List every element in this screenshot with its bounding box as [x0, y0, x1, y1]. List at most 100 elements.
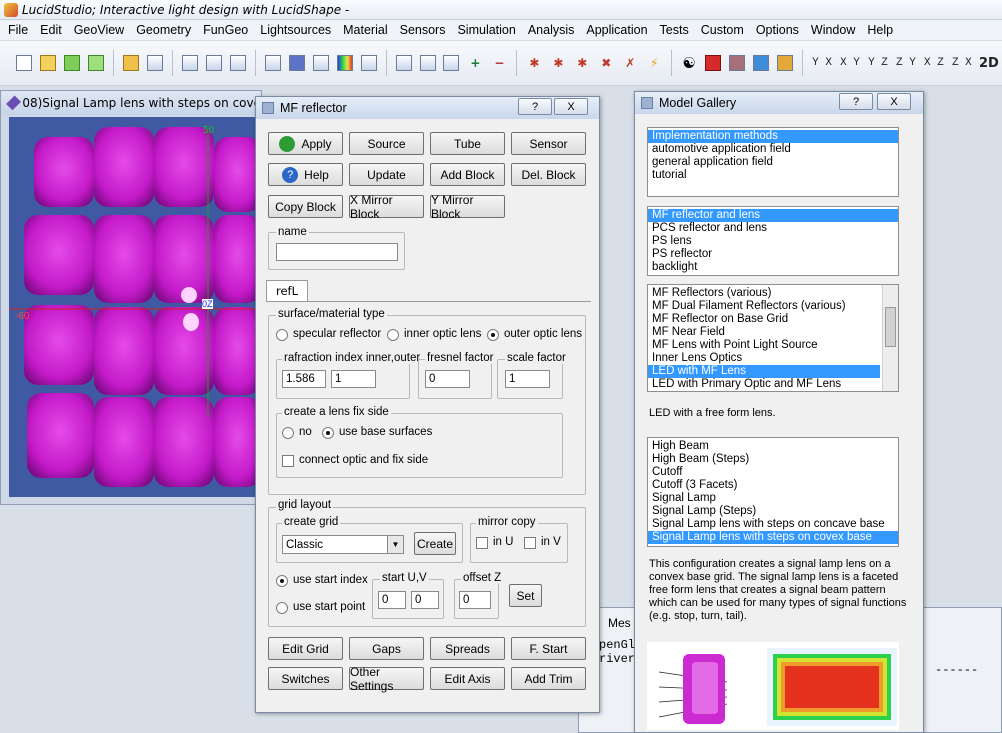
gallery-close-button[interactable]: X: [877, 93, 911, 110]
view-plot-icon[interactable]: [310, 52, 332, 74]
scrollbar-thumb[interactable]: [885, 307, 896, 347]
f-start-button[interactable]: F. Start: [511, 637, 586, 660]
scale-input[interactable]: 1: [505, 370, 550, 388]
multi-cube-icon[interactable]: [774, 52, 796, 74]
create-grid-select[interactable]: Classic ▼: [282, 535, 404, 554]
add-block-button[interactable]: Add Block: [430, 163, 505, 186]
edit-axis-button[interactable]: Edit Axis: [430, 667, 505, 690]
list-item[interactable]: PS lens: [648, 235, 898, 248]
model-list[interactable]: High Beam High Beam (Steps) Cutoff Cutof…: [647, 437, 899, 547]
specular-reflector-radio[interactable]: [276, 329, 288, 341]
new-file-icon[interactable]: [13, 52, 35, 74]
zoom-window-icon[interactable]: [417, 52, 439, 74]
offset-z-input[interactable]: 0: [459, 591, 491, 609]
refraction-inner-input[interactable]: 1.586: [282, 370, 326, 388]
shading-yin-yang-icon[interactable]: ☯: [678, 52, 700, 74]
tile-horizontal-icon[interactable]: [227, 52, 249, 74]
zoom-out-icon[interactable]: −: [488, 52, 510, 74]
tile-vertical-icon[interactable]: [203, 52, 225, 74]
menu-geoview[interactable]: GeoView: [68, 23, 131, 37]
fix-side-no-radio[interactable]: [282, 427, 294, 439]
subcategory-list[interactable]: MF reflector and lens PCS reflector and …: [647, 206, 899, 276]
list-item[interactable]: PS reflector: [648, 248, 898, 261]
switches-button[interactable]: Switches: [268, 667, 343, 690]
solid-render-icon[interactable]: [702, 52, 724, 74]
set-button[interactable]: Set: [509, 584, 542, 607]
gallery-title-bar[interactable]: Model Gallery ? X: [635, 92, 923, 114]
cube-render-icon[interactable]: [750, 52, 772, 74]
list-item[interactable]: backlight: [648, 261, 898, 274]
menu-help[interactable]: Help: [861, 23, 899, 37]
gallery-help-button[interactable]: ?: [839, 93, 873, 110]
menu-tests[interactable]: Tests: [654, 23, 695, 37]
fix-side-base-radio[interactable]: [322, 427, 334, 439]
list-item[interactable]: Cutoff (3 Facets): [648, 479, 898, 492]
list-item[interactable]: tutorial: [648, 169, 898, 182]
start-v-input[interactable]: 0: [411, 591, 439, 609]
menu-options[interactable]: Options: [750, 23, 805, 37]
geoview-canvas[interactable]: 50 -60 0Z: [9, 117, 261, 497]
start-u-input[interactable]: 0: [378, 591, 406, 609]
list-item[interactable]: PCS reflector and lens: [648, 222, 898, 235]
list-item[interactable]: MF Lens with Point Light Source: [648, 339, 898, 352]
menu-analysis[interactable]: Analysis: [522, 23, 581, 37]
menu-geometry[interactable]: Geometry: [130, 23, 197, 37]
use-start-index-radio[interactable]: [276, 575, 288, 587]
view-xy-icon[interactable]: X Y: [837, 52, 863, 74]
list-item[interactable]: High Beam: [648, 440, 898, 453]
list-item[interactable]: general application field: [648, 156, 898, 169]
y-mirror-block-button[interactable]: Y Mirror Block: [430, 193, 505, 221]
use-start-point-radio[interactable]: [276, 602, 288, 614]
copy-block-button[interactable]: Copy Block: [268, 195, 343, 218]
add-model-icon[interactable]: [61, 52, 83, 74]
export-icon[interactable]: [85, 52, 107, 74]
list-item[interactable]: Signal Lamp lens with steps on covex bas…: [648, 531, 898, 544]
other-settings-button[interactable]: Other Settings: [349, 665, 424, 693]
view-yz-icon[interactable]: Y Z: [865, 52, 891, 74]
mf-dialog-help-button[interactable]: ?: [518, 98, 552, 115]
mf-dialog-close-button[interactable]: X: [554, 98, 588, 115]
mf-dialog-title-bar[interactable]: MF reflector ? X: [256, 97, 599, 119]
menu-sensors[interactable]: Sensors: [394, 23, 452, 37]
cascade-windows-icon[interactable]: [179, 52, 201, 74]
list-item[interactable]: MF reflector and lens: [648, 209, 898, 222]
ray-clear-icon[interactable]: ✖: [595, 52, 617, 74]
geoview-title-bar[interactable]: 08)Signal Lamp lens with steps on cove: [1, 91, 261, 115]
open-folder-icon[interactable]: [120, 52, 142, 74]
menu-file[interactable]: File: [2, 23, 34, 37]
list-item[interactable]: automotive application field: [648, 143, 898, 156]
open-model-icon[interactable]: [37, 52, 59, 74]
menu-simulation[interactable]: Simulation: [451, 23, 521, 37]
list-item[interactable]: LED with MF Lens: [648, 365, 880, 378]
name-input[interactable]: [276, 243, 398, 261]
fit-view-icon[interactable]: [393, 52, 415, 74]
list-item[interactable]: Inner Lens Optics: [648, 352, 898, 365]
list-item[interactable]: Signal Lamp lens with steps on concave b…: [648, 518, 898, 531]
add-trim-button[interactable]: Add Trim: [511, 667, 586, 690]
flash-icon[interactable]: ⚡: [643, 52, 665, 74]
source-button[interactable]: Source: [349, 132, 424, 155]
chevron-down-icon[interactable]: ▼: [387, 536, 403, 553]
sensor-button[interactable]: Sensor: [511, 132, 586, 155]
list-item[interactable]: High Beam (Steps): [648, 453, 898, 466]
x-mirror-block-button[interactable]: X Mirror Block: [349, 193, 424, 221]
menu-edit[interactable]: Edit: [34, 23, 68, 37]
edit-grid-button[interactable]: Edit Grid: [268, 637, 343, 660]
inner-optic-lens-radio[interactable]: [387, 329, 399, 341]
update-button[interactable]: Update: [349, 163, 424, 186]
outer-optic-lens-radio[interactable]: [487, 329, 499, 341]
connect-optic-checkbox[interactable]: [282, 455, 294, 467]
list-item[interactable]: MF Reflectors (various): [648, 287, 898, 300]
view-xz-icon[interactable]: X Z: [921, 52, 947, 74]
view-zx-icon[interactable]: Z X: [949, 52, 975, 74]
ray-r-icon[interactable]: ✱: [571, 52, 593, 74]
menu-window[interactable]: Window: [805, 23, 861, 37]
view-yx-icon[interactable]: Y X: [809, 52, 835, 74]
list-item[interactable]: Cutoff: [648, 466, 898, 479]
scrollbar[interactable]: [882, 285, 898, 391]
refraction-outer-input[interactable]: 1: [331, 370, 376, 388]
ray-stop-icon[interactable]: ✗: [619, 52, 641, 74]
menu-fungeo[interactable]: FunGeo: [197, 23, 254, 37]
create-grid-button[interactable]: Create: [414, 532, 456, 555]
menu-application[interactable]: Application: [580, 23, 653, 37]
